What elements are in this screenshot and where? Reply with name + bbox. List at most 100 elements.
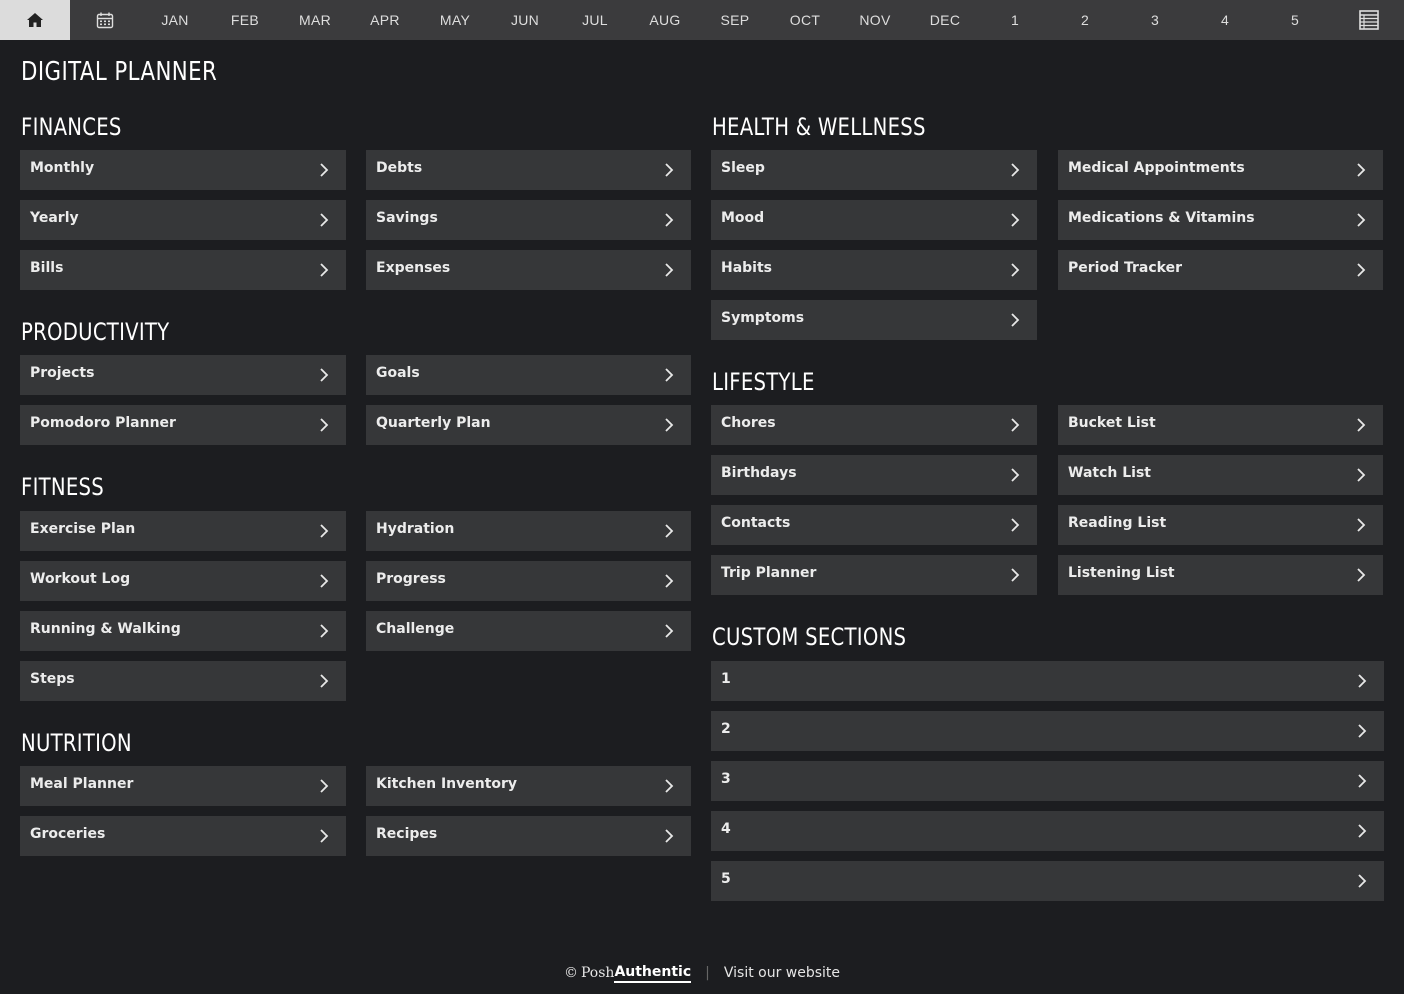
custom-button-2[interactable]: 2 <box>711 711 1384 751</box>
chevron-right-icon <box>1358 674 1367 688</box>
nav-month-aug[interactable]: AUG <box>630 0 700 40</box>
chevron-right-icon <box>665 368 674 382</box>
nav-month-jul[interactable]: JUL <box>560 0 630 40</box>
button-label: Monthly <box>30 160 95 176</box>
finances-button-savings[interactable]: Savings <box>366 200 691 240</box>
nav-month-nov[interactable]: NOV <box>840 0 910 40</box>
lifestyle-button-birthdays[interactable]: Birthdays <box>711 455 1037 495</box>
button-label: Challenge <box>376 621 455 637</box>
nav-number-3[interactable]: 3 <box>1120 0 1190 40</box>
button-label: Goals <box>376 365 420 381</box>
nav-number-2[interactable]: 2 <box>1050 0 1120 40</box>
chevron-right-icon <box>665 524 674 538</box>
button-label: 5 <box>721 871 731 887</box>
health-button-symptoms[interactable]: Symptoms <box>711 300 1037 340</box>
nav-month-dec[interactable]: DEC <box>910 0 980 40</box>
nav-number-4[interactable]: 4 <box>1190 0 1260 40</box>
chevron-right-icon <box>665 213 674 227</box>
chevron-right-icon <box>665 163 674 177</box>
nutrition-button-meal-planner[interactable]: Meal Planner <box>20 766 346 806</box>
brand-logo[interactable]: Authentic <box>614 964 692 983</box>
finances-button-bills[interactable]: Bills <box>20 250 346 290</box>
health-button-sleep[interactable]: Sleep <box>711 150 1037 190</box>
button-label: Contacts <box>721 515 791 531</box>
chevron-right-icon <box>1357 418 1366 432</box>
chevron-right-icon <box>320 524 329 538</box>
fitness-button-workout-log[interactable]: Workout Log <box>20 561 346 601</box>
button-label: Exercise Plan <box>30 521 136 537</box>
button-label: Period Tracker <box>1068 260 1182 276</box>
health-button-medical-appointments[interactable]: Medical Appointments <box>1058 150 1383 190</box>
button-label: Hydration <box>376 521 455 537</box>
nutrition-button-kitchen-inventory[interactable]: Kitchen Inventory <box>366 766 691 806</box>
nav-month-mar[interactable]: MAR <box>280 0 350 40</box>
button-label: 3 <box>721 771 731 787</box>
finances-button-expenses[interactable]: Expenses <box>366 250 691 290</box>
health-button-mood[interactable]: Mood <box>711 200 1037 240</box>
button-label: Birthdays <box>721 465 797 481</box>
planner-app: JAN FEB MAR APR MAY JUN JUL AUG SEP OCT NOV DEC 1 2 3 4… <box>0 0 1404 994</box>
finances-button-debts[interactable]: Debts <box>366 150 691 190</box>
health-button-medications-and-vitamins[interactable]: Medications & Vitamins <box>1058 200 1383 240</box>
nav-month-apr[interactable]: APR <box>350 0 420 40</box>
nav-month-sep[interactable]: SEP <box>700 0 770 40</box>
lifestyle-button-chores[interactable]: Chores <box>711 405 1037 445</box>
chevron-right-icon <box>1011 213 1020 227</box>
productivity-button-projects[interactable]: Projects <box>20 355 346 395</box>
chevron-right-icon <box>1011 263 1020 277</box>
button-label: Medications & Vitamins <box>1068 210 1255 226</box>
section-title-finances: FINANCES <box>21 113 122 141</box>
productivity-button-pomodoro-planner[interactable]: Pomodoro Planner <box>20 405 346 445</box>
footer: © Posh Authentic | Visit our website <box>0 960 1404 986</box>
chevron-right-icon <box>320 779 329 793</box>
visit-website-link[interactable]: Visit our website <box>724 965 840 981</box>
finances-button-monthly[interactable]: Monthly <box>20 150 346 190</box>
lifestyle-button-contacts[interactable]: Contacts <box>711 505 1037 545</box>
page-title: DIGITAL PLANNER <box>21 57 218 87</box>
nav-number-5[interactable]: 5 <box>1260 0 1330 40</box>
chevron-right-icon <box>665 418 674 432</box>
health-button-period-tracker[interactable]: Period Tracker <box>1058 250 1383 290</box>
copyright-symbol: © <box>563 965 578 981</box>
fitness-button-challenge[interactable]: Challenge <box>366 611 691 651</box>
nav-month-may[interactable]: MAY <box>420 0 490 40</box>
chevron-right-icon <box>1358 824 1367 838</box>
fitness-button-running-and-walking[interactable]: Running & Walking <box>20 611 346 651</box>
fitness-button-hydration[interactable]: Hydration <box>366 511 691 551</box>
calendar-tab[interactable] <box>70 0 140 40</box>
chevron-right-icon <box>665 624 674 638</box>
nav-month-jan[interactable]: JAN <box>140 0 210 40</box>
button-label: Symptoms <box>721 310 805 326</box>
lifestyle-button-watch-list[interactable]: Watch List <box>1058 455 1383 495</box>
button-label: Running & Walking <box>30 621 181 637</box>
lifestyle-button-listening-list[interactable]: Listening List <box>1058 555 1383 595</box>
lifestyle-button-trip-planner[interactable]: Trip Planner <box>711 555 1037 595</box>
lifestyle-button-reading-list[interactable]: Reading List <box>1058 505 1383 545</box>
custom-button-1[interactable]: 1 <box>711 661 1384 701</box>
fitness-button-progress[interactable]: Progress <box>366 561 691 601</box>
nutrition-button-recipes[interactable]: Recipes <box>366 816 691 856</box>
productivity-button-goals[interactable]: Goals <box>366 355 691 395</box>
button-label: Sleep <box>721 160 765 176</box>
fitness-button-steps[interactable]: Steps <box>20 661 346 701</box>
nutrition-button-groceries[interactable]: Groceries <box>20 816 346 856</box>
lifestyle-button-bucket-list[interactable]: Bucket List <box>1058 405 1383 445</box>
button-label: 4 <box>721 821 731 837</box>
nav-month-jun[interactable]: JUN <box>490 0 560 40</box>
custom-button-3[interactable]: 3 <box>711 761 1384 801</box>
productivity-button-quarterly-plan[interactable]: Quarterly Plan <box>366 405 691 445</box>
nav-month-feb[interactable]: FEB <box>210 0 280 40</box>
button-label: Projects <box>30 365 95 381</box>
health-button-habits[interactable]: Habits <box>711 250 1037 290</box>
custom-button-4[interactable]: 4 <box>711 811 1384 851</box>
fitness-button-exercise-plan[interactable]: Exercise Plan <box>20 511 346 551</box>
list-tab[interactable] <box>1334 0 1404 40</box>
nav-number-1[interactable]: 1 <box>980 0 1050 40</box>
button-label: Quarterly Plan <box>376 415 491 431</box>
button-label: Groceries <box>30 826 106 842</box>
custom-button-5[interactable]: 5 <box>711 861 1384 901</box>
finances-button-yearly[interactable]: Yearly <box>20 200 346 240</box>
home-tab[interactable] <box>0 0 70 40</box>
chevron-right-icon <box>1357 213 1366 227</box>
nav-month-oct[interactable]: OCT <box>770 0 840 40</box>
